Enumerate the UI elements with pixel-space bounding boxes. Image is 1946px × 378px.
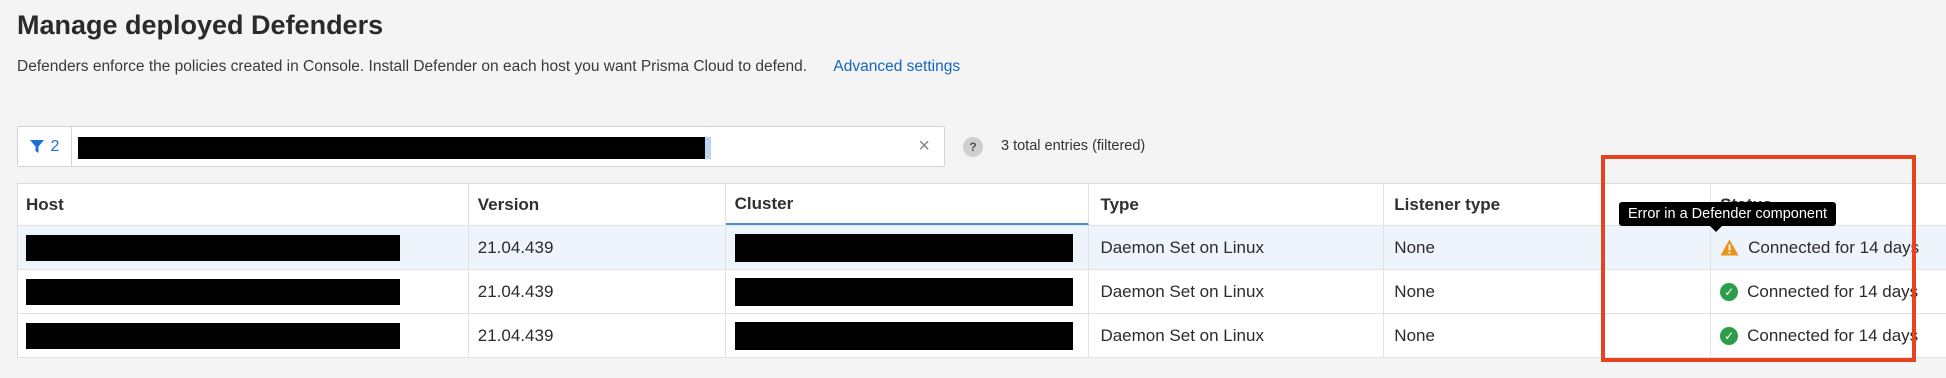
filter-input-wrap: × [72,127,944,166]
filter-toggle-button[interactable]: 2 [18,127,72,166]
type-cell: Daemon Set on Linux [1089,270,1385,313]
type-cell: Daemon Set on Linux [1089,226,1385,269]
redacted-host [26,322,400,349]
filter-count-badge: 2 [50,137,60,155]
cluster-cell [726,270,1090,313]
type-cell: Daemon Set on Linux [1089,314,1385,357]
redacted-host [26,278,400,305]
cluster-cell [726,226,1090,269]
redacted-cluster [734,233,1073,262]
version-cell: 21.04.439 [469,314,726,357]
cluster-cell [726,314,1090,357]
redacted-cluster [734,277,1073,306]
entries-count: 3 total entries (filtered) [1001,138,1146,154]
page-description-row: Defenders enforce the policies created i… [17,58,960,76]
column-header-cluster[interactable]: Cluster [725,184,1090,225]
version-cell: 21.04.439 [469,270,726,313]
host-cell [18,270,469,313]
version-cell: 21.04.439 [469,226,726,269]
help-icon[interactable]: ? [963,137,983,157]
highlight-annotation-box [1601,155,1916,362]
redacted-cluster [734,321,1073,350]
host-cell [18,314,469,357]
column-header-host[interactable]: Host [18,184,469,225]
filter-icon [29,139,44,153]
page-description: Defenders enforce the policies created i… [17,58,808,75]
column-header-type[interactable]: Type [1089,184,1385,225]
page-title: Manage deployed Defenders [17,10,384,40]
host-cell [18,226,469,269]
advanced-settings-link[interactable]: Advanced settings [833,58,960,75]
filter-bar: 2 × [17,126,945,167]
filter-input[interactable] [72,127,944,166]
clear-icon[interactable]: × [918,136,930,156]
redacted-host [26,234,400,261]
column-header-version[interactable]: Version [469,184,726,225]
